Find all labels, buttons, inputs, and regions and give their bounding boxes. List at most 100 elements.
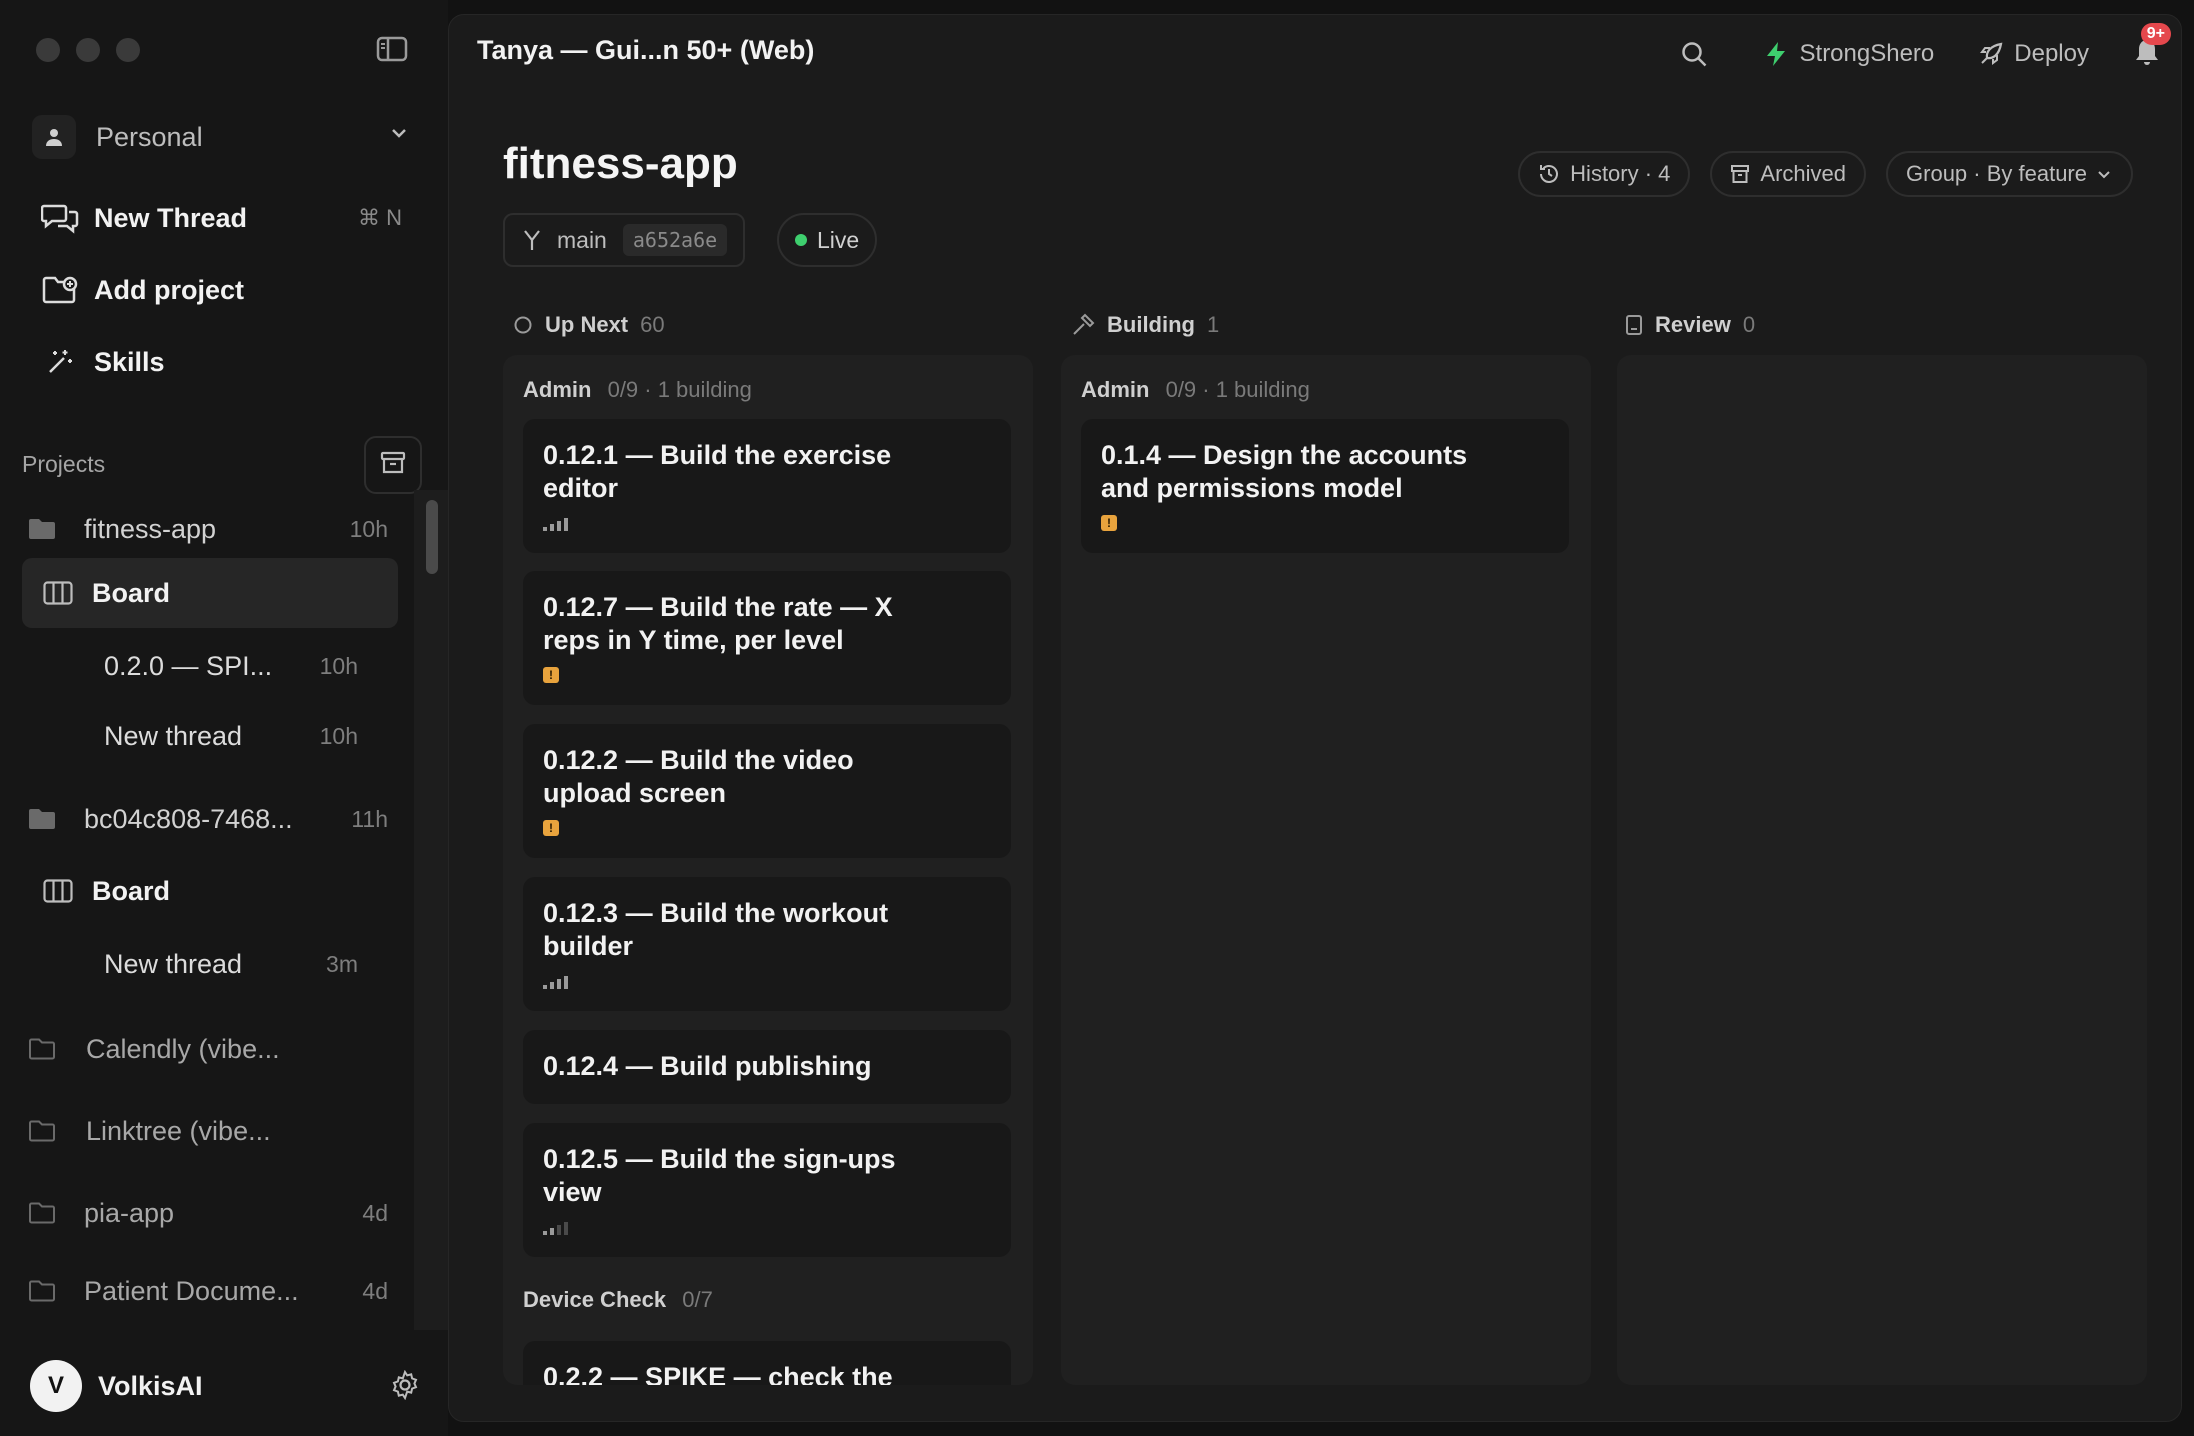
- group-name: Admin: [1081, 377, 1150, 402]
- new-thread-label: New Thread: [94, 202, 248, 233]
- thread-label: 0.2.0 — SPI...: [104, 650, 273, 681]
- branch-name: main: [557, 226, 607, 253]
- project-label: bc04c808-7468...: [84, 803, 293, 834]
- column-count: 60: [640, 312, 665, 337]
- project-label: Linktree (vibe...: [86, 1115, 271, 1146]
- archive-button[interactable]: [364, 436, 422, 494]
- warning-icon: !: [543, 667, 991, 683]
- task-card[interactable]: 0.12.5 — Build the sign-ups view: [523, 1123, 1011, 1257]
- board-item-bc04c808[interactable]: Board: [22, 860, 398, 922]
- history-label: History · 4: [1570, 161, 1671, 186]
- notifications-button[interactable]: 9+: [2133, 22, 2171, 72]
- status-label: Live: [817, 226, 860, 253]
- task-card[interactable]: 0.12.1 — Build the exercise editor: [523, 419, 1011, 553]
- document-icon: [1626, 315, 1642, 335]
- thread-item-spike[interactable]: 0.2.0 — SPI... 10h: [22, 635, 398, 697]
- thread-label: New thread: [104, 948, 243, 979]
- task-card[interactable]: 0.12.4 — Build publishing: [523, 1030, 1011, 1104]
- minimize-window-button[interactable]: [76, 38, 100, 62]
- new-thread-button[interactable]: New Thread ⌘ N: [40, 193, 410, 243]
- skills-label: Skills: [94, 346, 165, 377]
- group-header-device-check: Device Check 0/7: [523, 1287, 713, 1313]
- project-label: pia-app: [84, 1197, 175, 1228]
- gear-icon[interactable]: [390, 1369, 420, 1405]
- history-icon: [1540, 165, 1559, 183]
- column-review[interactable]: [1617, 355, 2147, 1385]
- folder-icon: [22, 799, 62, 839]
- group-header-admin: Admin 0/9 · 1 building: [523, 377, 752, 403]
- task-card[interactable]: 0.2.2 — SPIKE — check the: [523, 1341, 1011, 1385]
- deploy-button[interactable]: Deploy: [1978, 40, 2089, 68]
- git-branch-icon: [524, 230, 540, 250]
- window-controls: [36, 38, 140, 62]
- project-list: fitness-app 10h Board 0.2.0 — SPI... 10h…: [0, 490, 415, 1330]
- task-card[interactable]: 0.12.2 — Build the video upload screen !: [523, 724, 1011, 858]
- account-button[interactable]: StrongShero: [1762, 40, 1935, 68]
- group-meta: 0/9 · 1 building: [1165, 377, 1310, 402]
- project-bc04c808[interactable]: bc04c808-7468... 11h: [22, 788, 398, 850]
- hammer-icon: [1073, 313, 1095, 335]
- new-thread-shortcut: ⌘ N: [358, 205, 402, 230]
- maximize-window-button[interactable]: [116, 38, 140, 62]
- toggle-sidebar-icon[interactable]: [376, 36, 412, 64]
- add-project-button[interactable]: Add project: [40, 265, 410, 315]
- thread-item-new-thread[interactable]: New thread 10h: [22, 705, 398, 767]
- projects-header: Projects: [22, 436, 422, 494]
- bolt-icon: [1766, 42, 1785, 66]
- user-profile[interactable]: V VolkisAI: [30, 1358, 420, 1414]
- folder-outline-icon: [22, 1271, 62, 1311]
- project-calendly[interactable]: Calendly (vibe...: [22, 1018, 398, 1080]
- project-patient-docume[interactable]: Patient Docume... 4d: [22, 1260, 398, 1322]
- column-count: 1: [1206, 312, 1220, 337]
- avatar: V: [30, 1360, 82, 1412]
- column-header-review: Review 0: [1625, 305, 1755, 345]
- add-project-label: Add project: [94, 274, 245, 305]
- task-card[interactable]: 0.12.3 — Build the workout builder: [523, 877, 1011, 1011]
- magic-wand-icon: [40, 342, 80, 382]
- workspace-switcher[interactable]: Personal: [32, 110, 424, 164]
- column-building[interactable]: Admin 0/9 · 1 building 0.1.4 — Design th…: [1061, 355, 1591, 1385]
- project-time: 4d: [362, 1277, 388, 1304]
- thread-label: New thread: [104, 720, 243, 751]
- account-name: StrongShero: [1799, 40, 1935, 67]
- warning-icon: !: [1101, 515, 1549, 531]
- scrollbar-thumb[interactable]: [426, 500, 438, 574]
- folder-outline-icon: [22, 1111, 62, 1151]
- card-title: 0.12.5 — Build the sign-ups view: [543, 1144, 896, 1207]
- close-window-button[interactable]: [36, 38, 60, 62]
- column-name: Review: [1655, 312, 1731, 337]
- group-by-dropdown[interactable]: Group · By feature: [1886, 151, 2133, 197]
- thread-item-new-thread-2[interactable]: New thread 3m: [22, 933, 398, 995]
- task-card[interactable]: 0.1.4 — Design the accounts and permissi…: [1081, 419, 1569, 553]
- archived-label: Archived: [1760, 161, 1847, 186]
- board-label: Board: [92, 577, 171, 608]
- column-up-next[interactable]: Admin 0/9 · 1 building 0.12.1 — Build th…: [503, 355, 1033, 1385]
- project-fitness-app[interactable]: fitness-app 10h: [22, 498, 398, 560]
- archive-icon: [380, 451, 406, 480]
- topbar-actions: StrongShero Deploy 9+: [1636, 22, 2171, 75]
- card-title: 0.1.4 — Design the accounts and permissi…: [1101, 440, 1468, 503]
- project-pia-app[interactable]: pia-app 4d: [22, 1182, 398, 1244]
- card-title: 0.12.2 — Build the video upload screen: [543, 745, 854, 808]
- archived-button[interactable]: Archived: [1710, 151, 1867, 197]
- commit-hash: a652a6e: [622, 224, 728, 256]
- search-icon[interactable]: [1680, 40, 1718, 68]
- column-header-building: Building 1: [1071, 305, 1219, 345]
- project-linktree[interactable]: Linktree (vibe...: [22, 1100, 398, 1162]
- project-list-scrollbar[interactable]: [414, 490, 448, 1330]
- circle-icon: [514, 316, 532, 334]
- page-title: fitness-app: [503, 139, 738, 188]
- card-title: 0.2.2 — SPIKE — check the: [543, 1362, 893, 1385]
- skills-button[interactable]: Skills: [40, 337, 410, 387]
- group-name: Admin: [523, 377, 592, 402]
- task-card[interactable]: 0.12.7 — Build the rate — X reps in Y ti…: [523, 571, 1011, 705]
- board-item-fitness-app[interactable]: Board: [22, 558, 398, 628]
- branch-selector[interactable]: main a652a6e: [503, 213, 746, 267]
- column-count: 0: [1742, 312, 1756, 337]
- deploy-label: Deploy: [2014, 40, 2089, 67]
- history-button[interactable]: History · 4: [1518, 151, 1691, 197]
- group-header-admin: Admin 0/9 · 1 building: [1081, 377, 1310, 403]
- sidebar: Personal New Thread ⌘ N Add project Skil…: [0, 0, 448, 1436]
- folder-outline-icon: [22, 1029, 62, 1069]
- live-status[interactable]: Live: [777, 213, 878, 267]
